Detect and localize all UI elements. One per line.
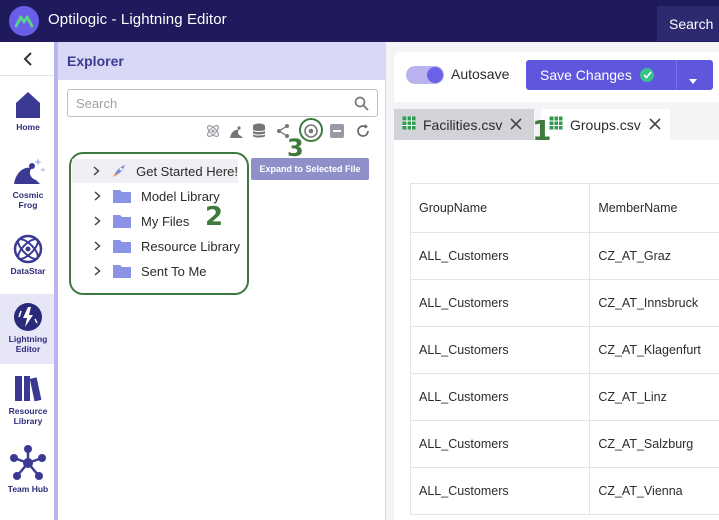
nav-label-resource-library: Resource Library — [8, 406, 48, 426]
table-row: ALL_Customers CZ_AT_Vienna — [409, 467, 719, 515]
tab-label: Groups.csv — [570, 116, 641, 133]
nav-label-datastar: DataStar — [10, 266, 46, 276]
nav-item-resource-library[interactable]: Resource Library — [0, 372, 56, 426]
explorer-search-input[interactable] — [76, 94, 336, 112]
tree-item-label: Get Started Here! — [136, 163, 238, 179]
nav-label-team-hub: Team Hub — [7, 484, 49, 494]
global-search-button[interactable]: Search — [657, 6, 719, 41]
nav-item-cosmic-frog[interactable]: Cosmic Frog — [0, 154, 56, 210]
column-header-membername[interactable]: MemberName — [589, 183, 719, 233]
explorer-header: Explorer — [58, 42, 386, 80]
lightning-icon — [14, 303, 42, 331]
toggle-knob — [427, 67, 443, 83]
autosave-toggle[interactable] — [406, 66, 444, 84]
expand-to-selected-tooltip: Expand to Selected File — [251, 158, 369, 180]
close-icon[interactable] — [649, 117, 661, 133]
rocket-icon — [111, 164, 126, 178]
grid-cell[interactable]: ALL_Customers — [409, 420, 591, 468]
tree-item-label: Sent To Me — [141, 263, 207, 279]
tree-item-my-files[interactable]: My Files — [72, 209, 252, 233]
nav-item-datastar[interactable]: DataStar — [0, 234, 56, 276]
atom-icon[interactable] — [204, 122, 222, 140]
nav-label-home: Home — [16, 122, 40, 132]
grid-header-row: GroupName MemberName — [409, 183, 719, 233]
check-circle-icon — [640, 68, 654, 82]
explorer-search-box[interactable] — [67, 89, 378, 117]
folder-icon — [113, 239, 131, 253]
grid-cell[interactable]: CZ_AT_Vienna — [589, 467, 719, 515]
refresh-icon[interactable] — [354, 122, 372, 140]
tree-item-sent-to-me[interactable]: Sent To Me — [72, 259, 252, 283]
tab-facilities-csv[interactable]: Facilities.csv — [394, 109, 534, 140]
nav-item-home[interactable]: Home — [0, 90, 56, 132]
explorer-title: Explorer — [67, 53, 124, 69]
database-icon[interactable] — [250, 122, 268, 140]
chevron-right-icon[interactable] — [91, 191, 103, 201]
tab-label: Facilities.csv — [423, 116, 503, 133]
explorer-panel: Explorer Expand to Selected File 2 3 Get… — [58, 42, 386, 520]
chevron-left-icon — [23, 51, 32, 66]
csv-grid: GroupName MemberName ALL_Customers CZ_AT… — [409, 183, 719, 515]
folder-icon — [113, 189, 131, 203]
autosave-label: Autosave — [451, 66, 510, 82]
app-top-bar: Optilogic - Lightning Editor Search — [0, 0, 719, 42]
editor-pane: Autosave Save Changes Facilities.csv Gro… — [386, 42, 719, 520]
grid-cell[interactable]: CZ_AT_Salzburg — [589, 420, 719, 468]
chevron-right-icon[interactable] — [91, 241, 103, 251]
books-icon — [15, 376, 42, 402]
team-hub-icon — [10, 445, 46, 480]
chevron-right-icon[interactable] — [91, 166, 101, 176]
nav-item-lightning-editor[interactable]: Lightning Editor — [0, 294, 56, 364]
app-title: Optilogic - Lightning Editor — [48, 11, 227, 28]
search-icon[interactable] — [354, 96, 369, 111]
grid-cell[interactable]: CZ_AT_Innsbruck — [589, 279, 719, 327]
grid-cell[interactable]: ALL_Customers — [409, 373, 591, 421]
table-row: ALL_Customers CZ_AT_Innsbruck — [409, 279, 719, 327]
save-changes-button[interactable]: Save Changes — [526, 60, 713, 90]
table-row: ALL_Customers CZ_AT_Salzburg — [409, 420, 719, 468]
chevron-right-icon[interactable] — [91, 266, 103, 276]
table-row: ALL_Customers CZ_AT_Graz — [409, 232, 719, 280]
home-icon — [16, 92, 40, 118]
tree-item-label: Resource Library — [141, 238, 240, 254]
annotation-number-3: 3 — [287, 134, 304, 162]
tree-item-label: Model Library — [141, 188, 220, 204]
nav-item-team-hub[interactable]: Team Hub — [0, 444, 56, 494]
tree-item-model-library[interactable]: Model Library — [72, 184, 252, 208]
button-divider — [676, 60, 677, 90]
left-navigation: Home Cosmic Frog DataStar Lightning Edit… — [0, 42, 58, 520]
folder-icon — [113, 264, 131, 278]
save-changes-label: Save Changes — [540, 67, 632, 83]
optilogic-logo-icon[interactable] — [9, 6, 39, 36]
spreadsheet-icon — [402, 116, 416, 133]
column-header-groupname[interactable]: GroupName — [409, 183, 591, 233]
folder-icon — [113, 214, 131, 228]
grid-cell[interactable]: CZ_AT_Klagenfurt — [589, 326, 719, 374]
nav-label-cosmic-frog: Cosmic Frog — [12, 190, 44, 210]
tree-item-get-started[interactable]: Get Started Here! — [72, 159, 238, 183]
tree-item-resource-library[interactable]: Resource Library — [72, 234, 252, 258]
table-row: ALL_Customers CZ_AT_Klagenfurt — [409, 326, 719, 374]
nav-label-lightning-editor: Lightning Editor — [8, 334, 48, 354]
csv-grid-container: GroupName MemberName ALL_Customers CZ_AT… — [394, 140, 719, 520]
grid-cell[interactable]: CZ_AT_Graz — [589, 232, 719, 280]
collapse-all-icon[interactable] — [328, 122, 346, 140]
dropdown-caret-icon[interactable] — [689, 71, 697, 87]
datastar-icon — [13, 234, 43, 264]
grid-cell[interactable]: ALL_Customers — [409, 232, 591, 280]
cosmic-frog-icon — [14, 158, 46, 184]
frog-tool-icon[interactable] — [227, 122, 245, 140]
table-row: ALL_Customers CZ_AT_Linz — [409, 373, 719, 421]
grid-cell[interactable]: ALL_Customers — [409, 279, 591, 327]
grid-cell[interactable]: ALL_Customers — [409, 326, 591, 374]
grid-cell[interactable]: ALL_Customers — [409, 467, 591, 515]
grid-cell[interactable]: CZ_AT_Linz — [589, 373, 719, 421]
close-icon[interactable] — [510, 117, 522, 133]
chevron-right-icon[interactable] — [91, 216, 103, 226]
collapse-nav-button[interactable] — [0, 42, 56, 76]
tab-groups-csv[interactable]: Groups.csv — [541, 109, 670, 140]
tree-item-label: My Files — [141, 213, 190, 229]
